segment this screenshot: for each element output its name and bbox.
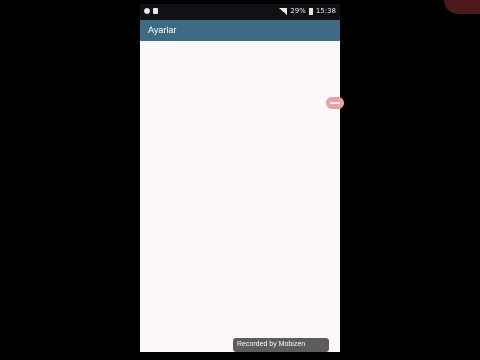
recording-watermark: Recorded by Mobizen: [233, 338, 329, 352]
bottom-bar: [140, 352, 340, 360]
status-bar-right: 29% 15:38: [279, 7, 336, 15]
right-letterbox: [340, 0, 480, 360]
notification-icon: [144, 8, 150, 14]
sim-icon: [153, 8, 158, 14]
watermark-text: Recorded by: [237, 341, 277, 348]
status-bar-left: [144, 8, 158, 14]
battery-percent: 29%: [290, 7, 306, 15]
clock: 15:38: [315, 7, 336, 15]
page-title: Ayarlar: [148, 25, 177, 35]
watermark-brand: Mobizen: [278, 341, 306, 348]
battery-icon: [308, 7, 313, 15]
left-letterbox: [0, 0, 140, 360]
app-bar: Ayarlar: [140, 20, 340, 41]
settings-content[interactable]: [140, 41, 340, 352]
phone-screen: 29% 15:38 Ayarlar: [140, 4, 340, 352]
floating-record-button[interactable]: [326, 97, 344, 109]
record-icon: [330, 102, 340, 104]
status-bar: 29% 15:38: [140, 4, 340, 20]
signal-icon: [279, 7, 288, 15]
